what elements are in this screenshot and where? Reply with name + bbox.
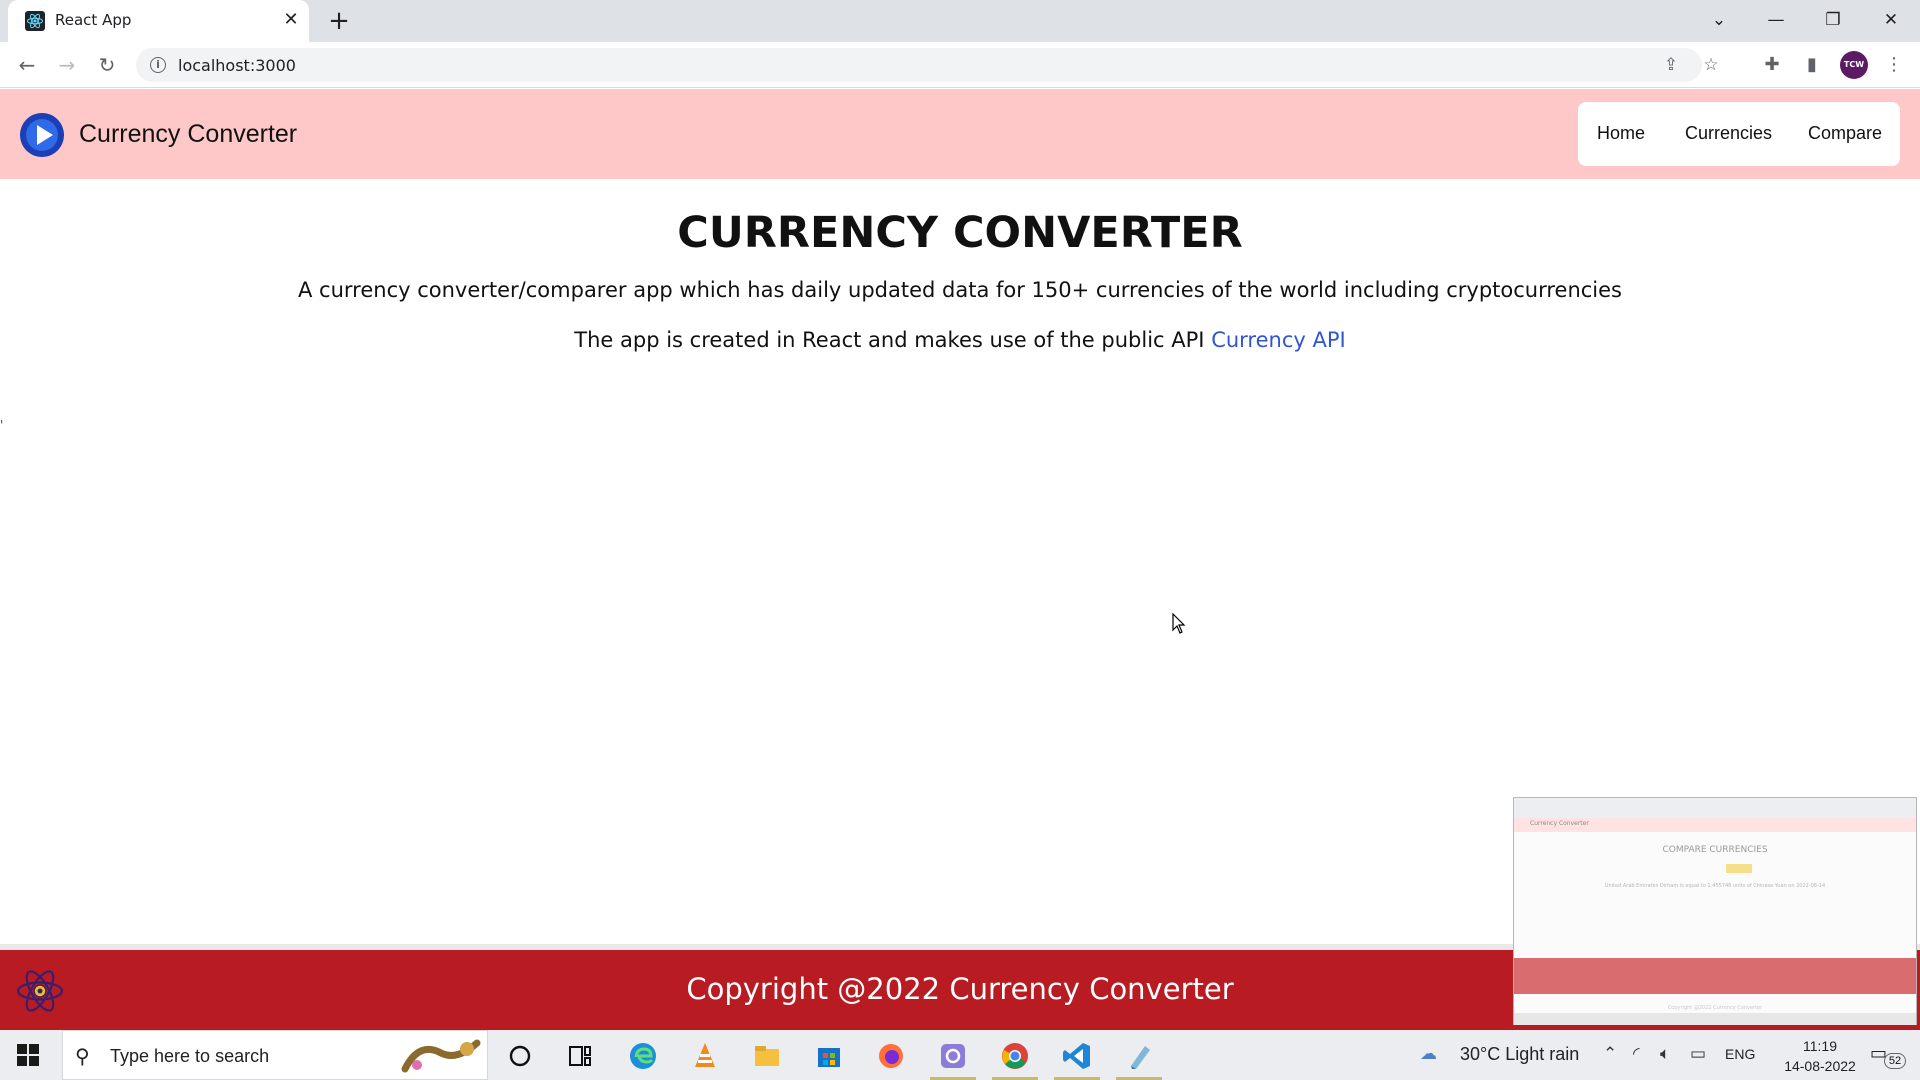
site-info-icon[interactable]: i [150, 57, 166, 73]
battery-icon[interactable]: ▭ [1690, 1044, 1706, 1064]
currency-api-link[interactable]: Currency API [1211, 328, 1346, 352]
preview-copyright: Copyright @2022 Currency Converter [1667, 1005, 1763, 1011]
vscode-icon[interactable] [1061, 1040, 1093, 1072]
profile-avatar[interactable]: TCW [1840, 51, 1868, 79]
taskbar-clock[interactable]: 11:19 14-08-2022 [1770, 1036, 1870, 1076]
mouse-cursor-icon [1172, 613, 1186, 634]
url-text[interactable]: localhost:3000 [178, 56, 296, 75]
brand-logo-icon[interactable] [20, 113, 64, 157]
nav-compare-link[interactable]: Compare [1808, 123, 1882, 144]
app-description: A currency converter/comparer app which … [298, 278, 1622, 302]
preview-heading: COMPARE CURRENCIES [1662, 845, 1768, 855]
browser-tab-bar: React App ✕ + ⌄ — ❐ ✕ [0, 0, 1920, 42]
notification-center-button[interactable]: ▭ 52 [1870, 1041, 1906, 1071]
browser-menu-icon[interactable]: ⋮ [1882, 53, 1906, 77]
chrome-icon[interactable] [999, 1040, 1031, 1072]
minimize-icon[interactable]: — [1761, 6, 1791, 34]
cortana-icon[interactable] [504, 1040, 536, 1072]
nav-menu: Home Currencies Compare [1578, 102, 1900, 166]
search-highlight-art-icon [401, 1039, 481, 1073]
browser-toolbar: ← → ↻ i localhost:3000 ⇪ ☆ ✚ ▮ TCW ⋮ [0, 42, 1920, 88]
preview-result-text: United Arab Emirates Dirham is equal to … [1604, 883, 1826, 889]
firefox-icon[interactable] [875, 1040, 907, 1072]
share-icon[interactable]: ⇪ [1660, 54, 1682, 76]
microsoft-store-icon[interactable] [813, 1040, 845, 1072]
edge-browser-icon[interactable] [627, 1040, 659, 1072]
api-credit: The app is created in React and makes us… [0, 328, 1920, 352]
brand-title[interactable]: Currency Converter [79, 120, 297, 149]
browser-tab[interactable]: React App ✕ [8, 0, 309, 42]
nav-currencies-link[interactable]: Currencies [1685, 123, 1772, 144]
preview-navbar: Currency Converter [1514, 818, 1916, 832]
weather-text[interactable]: 30°C Light rain [1460, 1044, 1579, 1080]
notification-count: 52 [1884, 1053, 1906, 1069]
back-arrow-icon[interactable]: ← [13, 51, 41, 79]
reload-icon[interactable]: ↻ [93, 51, 121, 79]
page-title: CURRENCY CONVERTER [677, 208, 1243, 258]
file-explorer-icon[interactable] [751, 1040, 783, 1072]
volume-icon[interactable]: 🔈︎ [1660, 1044, 1670, 1064]
weather-cloud-icon[interactable]: ☁ [1420, 1044, 1437, 1064]
side-panel-icon[interactable]: ▮ [1800, 53, 1824, 77]
search-icon: ⚲ [75, 1044, 90, 1068]
preview-taskbar [1514, 1013, 1916, 1025]
postman-like-app-icon[interactable] [937, 1040, 969, 1072]
screen-preview-thumbnail[interactable]: Currency Converter COMPARE CURRENCIES Un… [1513, 797, 1917, 1025]
vlc-player-icon[interactable] [689, 1040, 721, 1072]
snipping-tool-icon[interactable] [1123, 1040, 1155, 1072]
clock-time: 11:19 [1803, 1038, 1837, 1054]
preview-footer-overlay [1514, 958, 1916, 994]
preview-browser-chrome [1514, 798, 1916, 818]
extensions-puzzle-icon[interactable]: ✚ [1760, 53, 1784, 77]
forward-arrow-icon[interactable]: → [53, 51, 81, 79]
tab-title: React App [55, 11, 132, 29]
address-bar[interactable]: i localhost:3000 ⇪ ☆ [136, 48, 1719, 82]
tab-search-chevron-icon[interactable]: ⌄ [1704, 6, 1734, 34]
stray-mark: ' [0, 418, 4, 432]
language-indicator[interactable]: ENG [1725, 1046, 1755, 1062]
search-placeholder[interactable]: Type here to search [110, 1046, 269, 1067]
restore-icon[interactable]: ❐ [1818, 6, 1848, 34]
api-credit-text: The app is created in React and makes us… [574, 328, 1205, 352]
show-hidden-icons-chevron-icon[interactable]: ⌃ [1603, 1044, 1617, 1064]
tab-close-icon[interactable]: ✕ [281, 10, 301, 30]
preview-compare-button [1726, 864, 1752, 873]
windows-taskbar: ⚲ Type here to search ☁ 30°C Light rain … [0, 1030, 1920, 1080]
windows-start-icon[interactable] [16, 1043, 40, 1067]
nav-home-link[interactable]: Home [1597, 123, 1645, 144]
react-favicon-icon [25, 11, 45, 31]
preview-brand: Currency Converter [1530, 820, 1589, 827]
taskbar-search-box[interactable]: ⚲ Type here to search [62, 1030, 488, 1080]
network-icon[interactable]: ◜ [1633, 1044, 1640, 1064]
task-view-icon[interactable] [564, 1040, 596, 1072]
new-tab-button[interactable]: + [325, 7, 353, 35]
clock-date: 14-08-2022 [1784, 1058, 1856, 1074]
window-close-icon[interactable]: ✕ [1876, 6, 1906, 34]
bookmark-star-icon[interactable]: ☆ [1700, 54, 1722, 76]
app-navbar: Currency Converter Home Currencies Compa… [0, 89, 1920, 179]
